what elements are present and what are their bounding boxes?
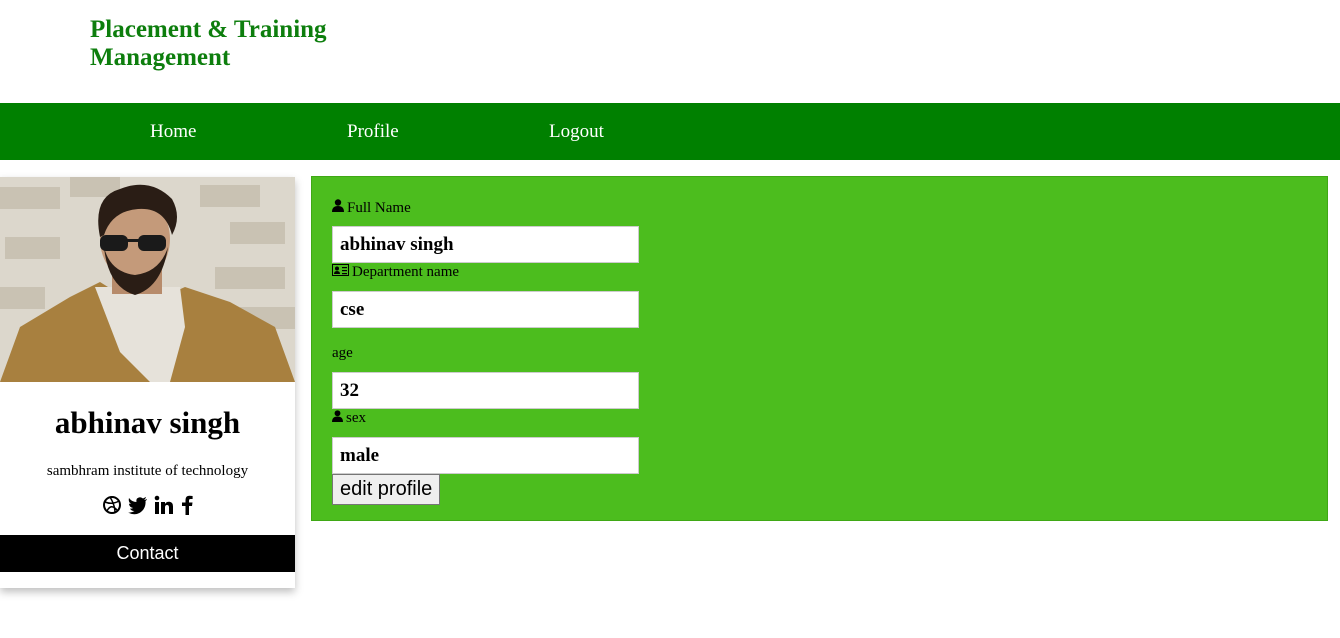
full-name-field[interactable]: abhinav singh bbox=[332, 226, 639, 263]
profile-form-panel: Full Name abhinav singh Department name … bbox=[311, 176, 1328, 521]
full-name-label-row: Full Name bbox=[332, 199, 411, 217]
sex-label: sex bbox=[346, 410, 366, 426]
site-title: Placement & Training Management bbox=[90, 16, 350, 72]
dribbble-icon[interactable] bbox=[102, 495, 122, 520]
linkedin-icon[interactable] bbox=[154, 495, 174, 520]
twitter-icon[interactable] bbox=[127, 495, 148, 520]
age-field[interactable]: 32 bbox=[332, 372, 639, 409]
navbar: Home Profile Logout bbox=[0, 103, 1340, 160]
edit-profile-button[interactable]: edit profile bbox=[332, 474, 441, 505]
nav-profile-link[interactable]: Profile bbox=[347, 121, 399, 143]
profile-institute: sambhram institute of technology bbox=[46, 463, 249, 479]
nav-logout-link[interactable]: Logout bbox=[549, 121, 604, 143]
site-title-line2: Management bbox=[90, 44, 231, 71]
social-links bbox=[0, 495, 295, 519]
department-field[interactable]: cse bbox=[332, 291, 639, 328]
profile-photo bbox=[0, 177, 295, 382]
contact-button[interactable]: Contact bbox=[0, 535, 295, 572]
profile-card: abhinav singh sambhram institute of tech… bbox=[0, 177, 295, 588]
user-icon bbox=[332, 410, 343, 427]
user-icon bbox=[332, 199, 344, 217]
department-label-row: Department name bbox=[332, 264, 459, 281]
sex-field[interactable]: male bbox=[332, 437, 639, 474]
profile-name: abhinav singh bbox=[54, 405, 241, 440]
sex-label-row: sex bbox=[332, 410, 366, 427]
department-label: Department name bbox=[352, 264, 460, 280]
full-name-label: Full Name bbox=[347, 199, 411, 216]
facebook-icon[interactable] bbox=[180, 495, 194, 520]
id-card-icon bbox=[332, 264, 349, 281]
age-label: age bbox=[332, 345, 353, 361]
nav-home-link[interactable]: Home bbox=[150, 121, 196, 143]
site-title-line1: Placement & Training bbox=[90, 16, 327, 43]
